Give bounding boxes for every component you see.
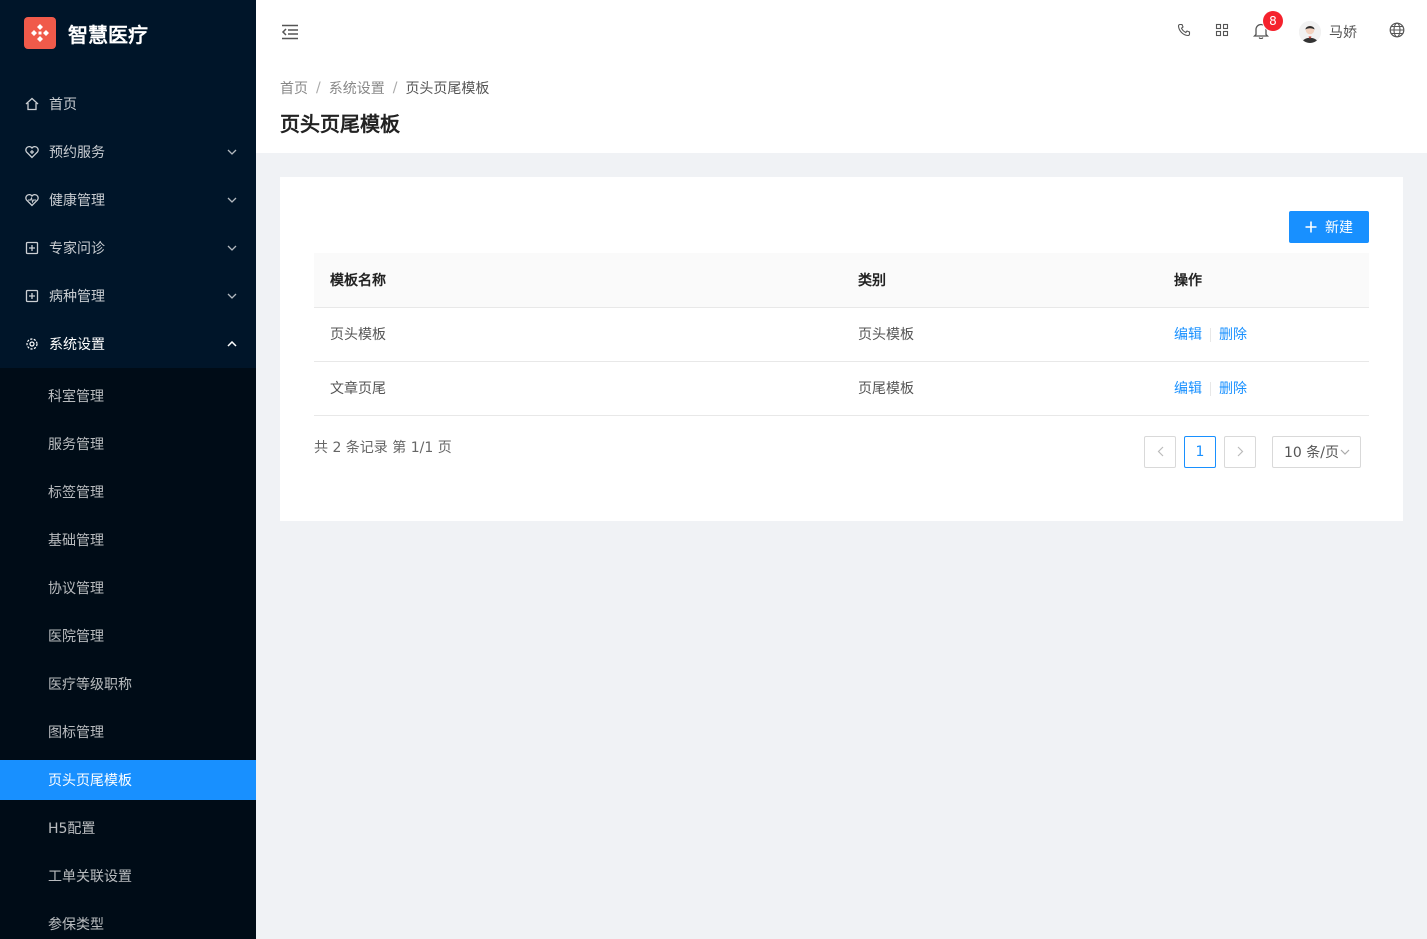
submenu-item-header-footer-templates[interactable]: 页头页尾模板 (0, 760, 256, 800)
page-size-value: 10 条/页 (1284, 444, 1339, 461)
chevron-down-icon (226, 242, 238, 254)
logo[interactable]: 智慧医疗 (0, 0, 256, 66)
column-header-category: 类别 (842, 253, 1158, 308)
top-header: 8 马娇 (256, 0, 1427, 64)
heart-shield-icon (24, 144, 40, 160)
notifications-button[interactable]: 8 (1241, 0, 1287, 64)
language-button[interactable] (1377, 0, 1417, 64)
breadcrumb-system-settings[interactable]: 系统设置 (329, 78, 385, 98)
chevron-left-icon (1157, 446, 1163, 457)
menu-item-health[interactable]: 健康管理 (0, 176, 256, 224)
submenu-item-basics[interactable]: 基础管理 (0, 520, 256, 560)
submenu-item-h5-config[interactable]: H5配置 (0, 808, 256, 848)
home-icon (24, 96, 40, 112)
system-settings-submenu: 科室管理 服务管理 标签管理 基础管理 协议管理 医院管理 医疗等级职称 图标管… (0, 368, 256, 939)
page-header: 首页 / 系统设置 / 页头页尾模板 页头页尾模板 (256, 64, 1427, 153)
globe-icon (1389, 22, 1405, 42)
new-button-label: 新建 (1325, 219, 1353, 235)
menu-label: 病种管理 (49, 289, 105, 305)
edit-link[interactable]: 编辑 (1174, 381, 1202, 397)
page-button-current[interactable]: 1 (1184, 435, 1216, 468)
main-menu: 首页 预约服务 健康管理 专家问诊 病种管理 系统设置 科室管理 服务管理 标签… (0, 80, 256, 939)
submenu-item-medical-titles[interactable]: 医疗等级职称 (0, 664, 256, 704)
breadcrumb: 首页 / 系统设置 / 页头页尾模板 (280, 78, 1403, 98)
submenu-item-icons[interactable]: 图标管理 (0, 712, 256, 752)
medical-plus-icon (24, 240, 40, 256)
table-row: 页头模板 页头模板 编辑 删除 (314, 307, 1369, 362)
column-header-actions: 操作 (1158, 253, 1369, 308)
action-divider (1210, 328, 1211, 342)
cell-template-name: 文章页尾 (314, 361, 842, 416)
app-title: 智慧医疗 (68, 22, 148, 47)
menu-item-home[interactable]: 首页 (0, 80, 256, 128)
chevron-down-icon (1340, 449, 1350, 455)
action-divider (1210, 382, 1211, 396)
avatar (1299, 21, 1321, 43)
submenu-item-agreements[interactable]: 协议管理 (0, 568, 256, 608)
apps-button[interactable] (1203, 0, 1241, 64)
cell-actions: 编辑 删除 (1158, 307, 1369, 362)
user-name: 马娇 (1329, 25, 1357, 41)
menu-item-disease[interactable]: 病种管理 (0, 272, 256, 320)
edit-link[interactable]: 编辑 (1174, 327, 1202, 343)
new-button[interactable]: 新建 (1289, 211, 1369, 243)
menu-label: 专家问诊 (49, 241, 105, 257)
table-row: 文章页尾 页尾模板 编辑 删除 (314, 361, 1369, 416)
column-header-template-name: 模板名称 (314, 253, 842, 308)
logo-icon (24, 17, 56, 49)
menu-item-appointment[interactable]: 预约服务 (0, 128, 256, 176)
chevron-down-icon (226, 290, 238, 302)
chevron-up-icon (226, 338, 238, 350)
table-header-row: 模板名称 类别 操作 (314, 253, 1369, 308)
submenu-item-tags[interactable]: 标签管理 (0, 472, 256, 512)
menu-label: 首页 (49, 97, 77, 113)
breadcrumb-current: 页头页尾模板 (405, 81, 490, 97)
next-page-button[interactable] (1224, 435, 1256, 468)
menu-item-consultation[interactable]: 专家问诊 (0, 224, 256, 272)
chevron-down-icon (226, 194, 238, 206)
page-title: 页头页尾模板 (280, 112, 400, 136)
content-card: 新建 模板名称 类别 操作 页头模板 页头模板 编辑删除 文章页尾 页尾模板 (280, 177, 1403, 521)
submenu-item-services[interactable]: 服务管理 (0, 424, 256, 464)
cell-template-name: 页头模板 (314, 307, 842, 362)
heart-pulse-icon (24, 192, 40, 208)
user-menu[interactable]: 马娇 (1287, 0, 1377, 64)
pagination: 1 10 条/页 (1136, 435, 1369, 468)
menu-label: 预约服务 (49, 145, 105, 161)
prev-page-button[interactable] (1144, 435, 1176, 468)
medical-plus-icon (24, 288, 40, 304)
menu-label: 系统设置 (49, 337, 105, 353)
menu-item-system-settings[interactable]: 系统设置 (0, 320, 256, 368)
submenu-item-hospitals[interactable]: 医院管理 (0, 616, 256, 656)
submenu-item-ticket-settings[interactable]: 工单关联设置 (0, 856, 256, 896)
cell-category: 页头模板 (842, 307, 1158, 362)
chevron-down-icon (226, 146, 238, 158)
templates-table: 模板名称 类别 操作 页头模板 页头模板 编辑 删除 文章页尾 页尾模板 编辑 删除 (314, 253, 1369, 416)
breadcrumb-home[interactable]: 首页 (280, 78, 308, 98)
chevron-right-icon (1237, 446, 1243, 457)
grid-icon (1215, 23, 1229, 41)
phone-button[interactable] (1165, 0, 1203, 64)
cell-category: 页尾模板 (842, 361, 1158, 416)
menu-label: 健康管理 (49, 193, 105, 209)
breadcrumb-separator: / (316, 80, 321, 96)
delete-link[interactable]: 删除 (1219, 381, 1247, 397)
cell-actions: 编辑 删除 (1158, 361, 1369, 416)
notification-count-badge: 8 (1263, 11, 1283, 31)
breadcrumb-separator: / (392, 80, 398, 96)
submenu-item-insurance-types[interactable]: 参保类型 (0, 904, 256, 939)
table-toolbar: 新建 (314, 211, 1369, 243)
table-footer: 共 2 条记录 第 1/1 页 1 10 条/页 (314, 435, 1369, 468)
header-actions: 8 马娇 (1165, 0, 1427, 64)
plus-icon (1305, 221, 1317, 233)
gear-icon (24, 336, 40, 352)
pagination-summary: 共 2 条记录 第 1/1 页 (314, 439, 452, 456)
submenu-item-departments[interactable]: 科室管理 (0, 376, 256, 416)
menu-fold-icon[interactable] (280, 22, 300, 42)
sidebar: 智慧医疗 首页 预约服务 健康管理 专家问诊 病种管理 系统设置 科室管理 服务… (0, 0, 256, 939)
delete-link[interactable]: 删除 (1219, 327, 1247, 343)
page-size-select[interactable]: 10 条/页 (1272, 435, 1361, 468)
phone-icon (1177, 23, 1191, 41)
